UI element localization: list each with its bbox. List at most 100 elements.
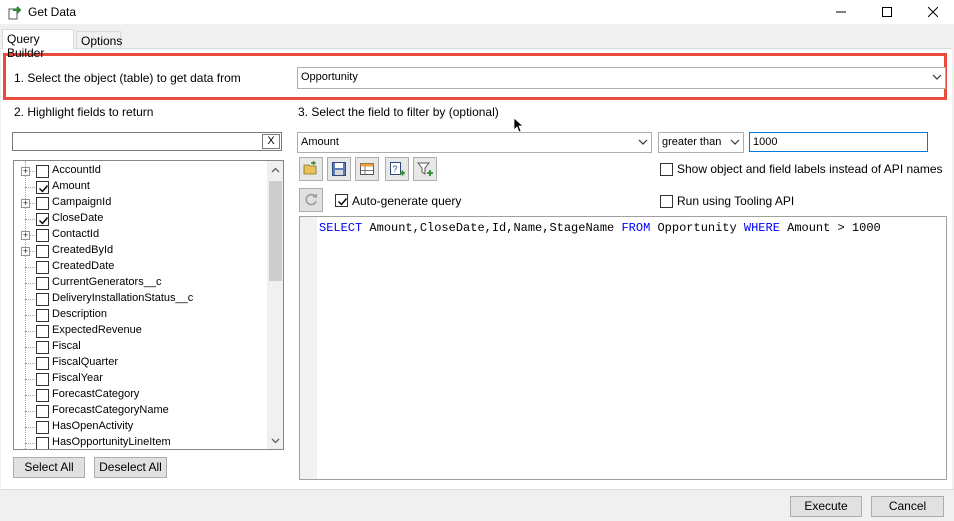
field-item[interactable]: + AccountId <box>14 163 266 179</box>
field-item[interactable]: FiscalYear <box>14 371 266 387</box>
field-name: AccountId <box>52 164 101 176</box>
field-checkbox[interactable] <box>36 293 49 306</box>
checkmark-icon <box>338 198 348 206</box>
expand-icon[interactable]: + <box>21 199 30 208</box>
field-checkbox[interactable] <box>36 357 49 370</box>
add-query-button[interactable]: ? <box>385 157 409 181</box>
field-search-text[interactable] <box>13 133 281 150</box>
field-checkbox[interactable] <box>36 373 49 386</box>
field-checkbox[interactable] <box>36 309 49 322</box>
field-item[interactable]: FiscalQuarter <box>14 355 266 371</box>
tree-connector <box>25 219 35 220</box>
save-icon <box>332 162 346 176</box>
window-title: Get Data <box>28 5 77 19</box>
execute-button[interactable]: Execute <box>790 496 862 517</box>
field-checkbox[interactable] <box>36 261 49 274</box>
clear-search-button[interactable]: X <box>262 134 280 149</box>
field-item[interactable]: Description <box>14 307 266 323</box>
filter-value-input[interactable] <box>749 132 928 152</box>
expand-icon[interactable]: + <box>21 231 30 240</box>
field-search-input[interactable]: X <box>12 132 282 151</box>
field-checkbox[interactable] <box>36 277 49 290</box>
refresh-button[interactable] <box>299 188 323 212</box>
field-checkbox[interactable] <box>36 165 49 178</box>
sql-text: Amount > 1000 <box>779 221 881 235</box>
tab-query-builder[interactable]: Query Builder <box>2 29 74 60</box>
field-checkbox[interactable] <box>36 197 49 210</box>
query-editor[interactable]: SELECT Amount,CloseDate,Id,Name,StageNam… <box>299 216 947 480</box>
filter-field-select[interactable]: Amount <box>297 132 652 153</box>
close-button[interactable] <box>910 0 954 24</box>
tree-connector <box>25 379 35 380</box>
field-item[interactable]: HasOpenActivity <box>14 419 266 435</box>
field-checkbox[interactable] <box>36 325 49 338</box>
field-item[interactable]: HasOpportunityLineItem <box>14 435 266 449</box>
table-icon <box>360 163 374 175</box>
field-item[interactable]: + CampaignId <box>14 195 266 211</box>
select-all-button[interactable]: Select All <box>13 457 85 478</box>
field-name: ContactId <box>52 228 100 240</box>
tree-connector <box>25 299 35 300</box>
field-checkbox[interactable] <box>36 405 49 418</box>
tab-options[interactable]: Options <box>76 31 122 48</box>
field-checkbox[interactable] <box>36 389 49 402</box>
expand-icon[interactable]: + <box>21 247 30 256</box>
field-checkbox[interactable] <box>36 421 49 434</box>
show-labels-checkbox[interactable] <box>660 163 673 176</box>
field-name: Fiscal <box>52 340 81 352</box>
fields-scrollbar[interactable] <box>267 161 283 449</box>
field-item[interactable]: ExpectedRevenue <box>14 323 266 339</box>
field-item[interactable]: ForecastCategoryName <box>14 403 266 419</box>
operator-select[interactable]: greater than <box>658 132 744 153</box>
field-item[interactable]: CurrentGenerators__c <box>14 275 266 291</box>
open-button[interactable] <box>299 157 323 181</box>
cancel-button[interactable]: Cancel <box>871 496 944 517</box>
save-button[interactable] <box>327 157 351 181</box>
tooling-api-checkbox[interactable] <box>660 195 673 208</box>
field-checkbox[interactable] <box>36 245 49 258</box>
sql-text: Amount,CloseDate,Id,Name,StageName <box>362 221 622 235</box>
maximize-button[interactable] <box>864 0 910 24</box>
field-checkbox[interactable] <box>36 229 49 242</box>
fields-list[interactable]: + AccountId Amount + CampaignId CloseDate + Con… <box>13 160 284 450</box>
field-item[interactable]: DeliveryInstallationStatus__c <box>14 291 266 307</box>
scroll-up-button[interactable] <box>267 161 283 178</box>
expand-icon[interactable]: + <box>21 167 30 176</box>
object-select[interactable]: Opportunity <box>297 67 946 89</box>
chevron-down-icon <box>932 74 942 80</box>
field-name: CurrentGenerators__c <box>52 276 162 288</box>
auto-generate-checkbox[interactable] <box>335 194 348 207</box>
add-query-icon: ? <box>390 162 405 176</box>
add-filter-button[interactable] <box>413 157 437 181</box>
chevron-down-icon <box>271 438 280 443</box>
tree-connector <box>25 411 35 412</box>
field-checkbox[interactable] <box>36 213 49 226</box>
minimize-button[interactable] <box>818 0 864 24</box>
field-item[interactable]: Fiscal <box>14 339 266 355</box>
chevron-down-icon <box>730 139 740 145</box>
field-item[interactable]: CloseDate <box>14 211 266 227</box>
sql-keyword: SELECT <box>319 221 363 235</box>
filter-value-text[interactable] <box>750 133 927 151</box>
query-text[interactable]: SELECT Amount,CloseDate,Id,Name,StageNam… <box>319 221 881 235</box>
field-checkbox[interactable] <box>36 181 49 194</box>
tree-connector <box>25 347 35 348</box>
field-item[interactable]: Amount <box>14 179 266 195</box>
field-checkbox[interactable] <box>36 437 49 449</box>
open-icon <box>303 161 317 175</box>
filter-field-value: Amount <box>301 136 339 148</box>
field-item[interactable]: + ContactId <box>14 227 266 243</box>
field-checkbox[interactable] <box>36 341 49 354</box>
tree-connector <box>25 331 35 332</box>
step2-label: 2. Highlight fields to return <box>14 105 154 119</box>
chevron-up-icon <box>271 167 280 172</box>
field-item[interactable]: ForecastCategory <box>14 387 266 403</box>
table-button[interactable] <box>355 157 379 181</box>
tree-connector <box>25 363 35 364</box>
svg-text:?: ? <box>393 164 398 174</box>
scroll-thumb[interactable] <box>269 181 282 281</box>
scroll-down-button[interactable] <box>267 432 283 449</box>
field-item[interactable]: + CreatedById <box>14 243 266 259</box>
deselect-all-button[interactable]: Deselect All <box>94 457 167 478</box>
field-item[interactable]: CreatedDate <box>14 259 266 275</box>
